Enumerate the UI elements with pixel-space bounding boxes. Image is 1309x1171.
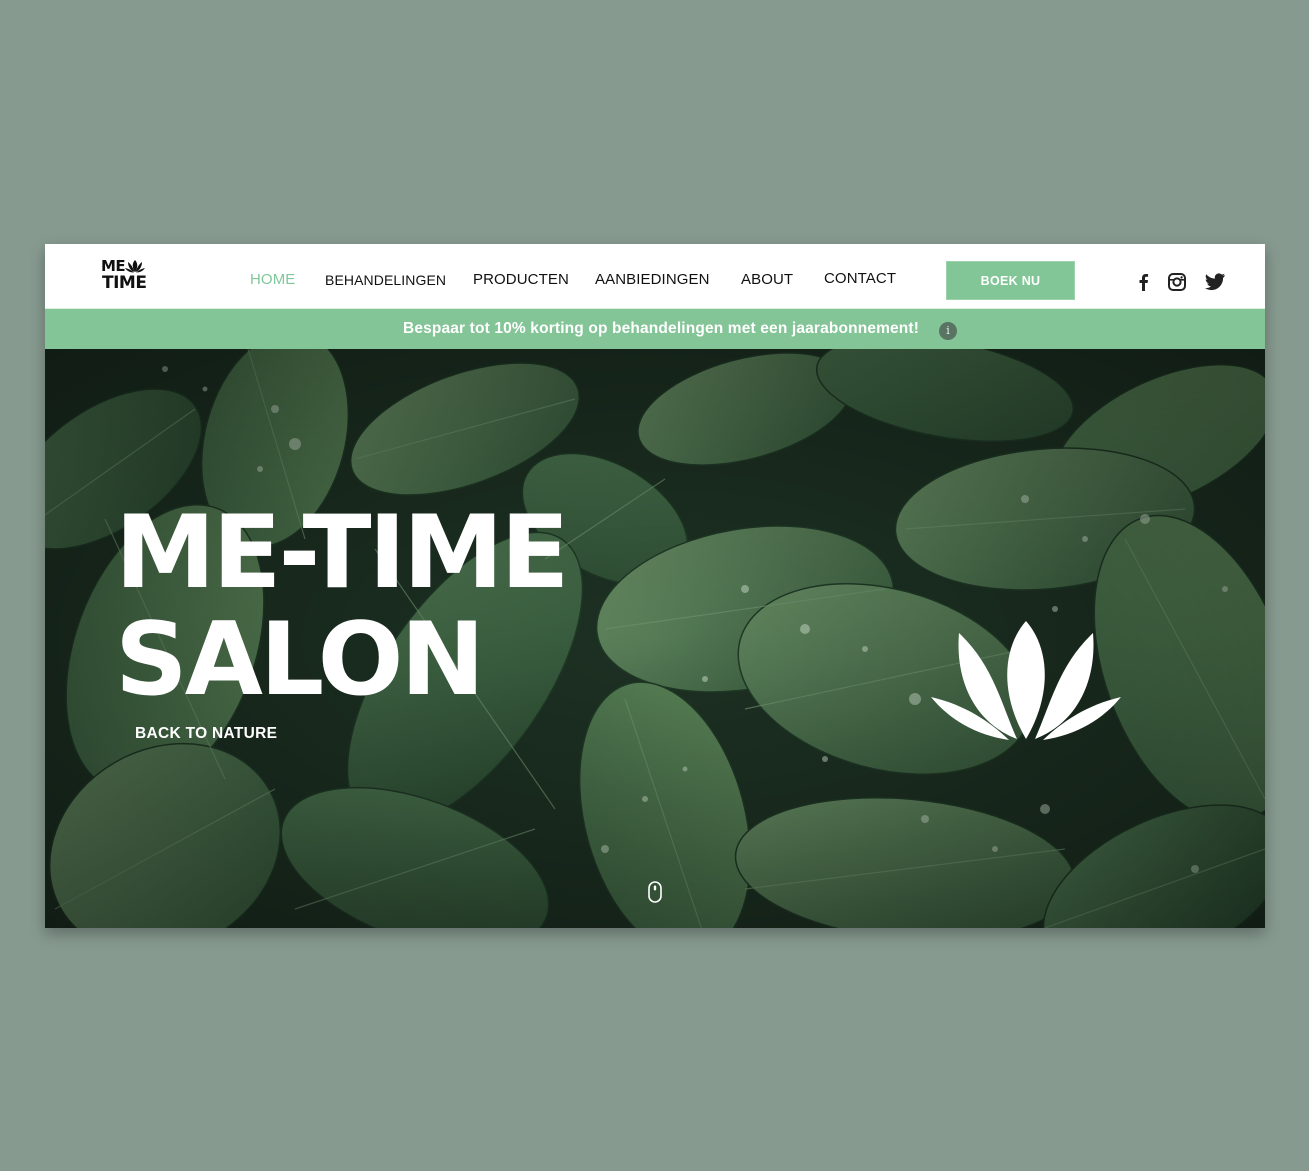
logo-text-me: ME <box>101 257 126 275</box>
promo-text: Bespaar tot 10% korting op behandelingen… <box>403 320 920 337</box>
logo-lotus-icon <box>125 260 145 273</box>
twitter-icon[interactable] <box>1204 272 1226 292</box>
site-logo[interactable]: ME TIME <box>101 258 149 294</box>
scroll-mouse-icon[interactable] <box>648 881 662 903</box>
facebook-icon[interactable] <box>1134 272 1154 292</box>
hero-title: ME-TIME SALON <box>115 493 570 718</box>
nav-item-aanbiedingen[interactable]: AANBIEDINGEN <box>595 271 710 288</box>
nav-item-producten[interactable]: PRODUCTEN <box>473 271 569 288</box>
info-icon[interactable]: i <box>939 322 957 340</box>
browser-frame: ME TIME HOME BEHANDELINGEN PRODUCTEN AAN… <box>45 244 1265 928</box>
promo-banner: Bespaar tot 10% korting op behandelingen… <box>45 308 1265 349</box>
hero-section: ME-TIME SALON BACK TO NATURE <box>45 349 1265 928</box>
nav-item-behandelingen[interactable]: BEHANDELINGEN <box>325 272 446 288</box>
nav-item-about[interactable]: ABOUT <box>741 271 793 288</box>
site-header: ME TIME HOME BEHANDELINGEN PRODUCTEN AAN… <box>45 244 1265 308</box>
instagram-icon[interactable] <box>1167 272 1187 292</box>
nav-item-contact[interactable]: CONTACT <box>824 270 896 287</box>
nav-item-home[interactable]: HOME <box>250 271 295 288</box>
logo-text-time: TIME <box>102 273 147 293</box>
hero-title-line1: ME-TIME <box>115 493 570 611</box>
lotus-icon <box>931 621 1121 740</box>
book-now-button[interactable]: BOEK NU <box>946 261 1075 300</box>
hero-title-line2: SALON <box>115 600 485 718</box>
hero-subtitle: BACK TO NATURE <box>135 725 278 742</box>
